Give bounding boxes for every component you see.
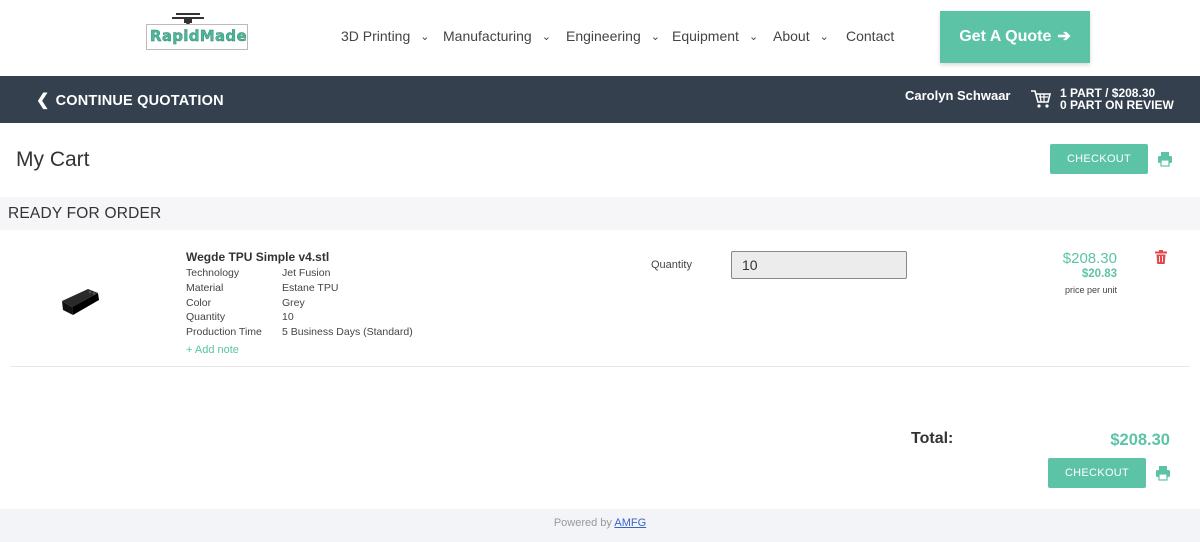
spec-row: Color Grey [186, 297, 413, 312]
get-a-quote-button[interactable]: Get A Quote ➔ [940, 11, 1090, 63]
unit-price-caption: price per unit [1064, 285, 1117, 295]
page-title: My Cart [16, 148, 90, 171]
nav-label: Equipment [672, 28, 739, 44]
spec-key: Material [186, 281, 224, 294]
powered-prefix: Powered by [553, 517, 612, 529]
footer: Powered by AMFG [0, 509, 1200, 542]
spec-key: Production Time [186, 326, 262, 339]
nav-label: Contact [846, 28, 895, 44]
continue-label: CONTINUE QUOTATION [55, 93, 224, 109]
quote-button-label: Get A Quote [959, 28, 1052, 45]
arrow-right-icon: ➔ [1057, 28, 1071, 45]
spec-key: Color [186, 296, 212, 309]
trash-icon[interactable] [1155, 250, 1167, 264]
nav-label: About [773, 28, 810, 44]
nav-label: Engineering [566, 28, 641, 44]
quantity-label: Quantity [651, 259, 692, 271]
total-value: $208.30 [1110, 431, 1170, 449]
spec-value: Estane TPU [282, 281, 339, 294]
nav-label: 3D Printing [341, 28, 411, 44]
chevron-down-icon: ⌄ [819, 31, 829, 43]
nav-label: Manufacturing [443, 28, 532, 44]
spec-key: Technology [186, 267, 240, 279]
ready-for-order-header: READY FOR ORDER [0, 197, 1200, 230]
cart-item: Wegde TPU Simple v4.stl Technology Jet Fu… [10, 233, 1190, 367]
shopping-cart-icon[interactable] [1030, 89, 1052, 109]
spec-value: Grey [282, 296, 305, 309]
section-label: READY FOR ORDER [8, 205, 162, 222]
add-note-link[interactable]: + Add note [186, 344, 239, 356]
spec-key: Quantity [186, 311, 226, 324]
chevron-down-icon: ⌄ [541, 31, 551, 43]
print-icon[interactable] [1157, 151, 1173, 167]
spec-value: 10 [282, 311, 294, 324]
spec-value: 5 Business Days (Standard) [282, 326, 413, 339]
quotation-bar: ❮ CONTINUE QUOTATION Carolyn Schwaar 1 PA… [0, 76, 1200, 123]
nav-3d-printing[interactable]: 3D Printing ⌄ [341, 28, 429, 44]
nav-about[interactable]: About ⌄ [773, 28, 829, 44]
spec-row: Quantity 10 [186, 311, 413, 326]
part-thumbnail[interactable] [60, 283, 102, 317]
print-icon[interactable] [1155, 465, 1171, 481]
powered-by: Powered by AMFG [0, 517, 1200, 529]
chevron-down-icon: ⌄ [748, 31, 759, 43]
part-file-name: Wegde TPU Simple v4.stl [186, 250, 330, 264]
cart-review-line: 0 PART ON REVIEW [1060, 98, 1174, 112]
total-label: Total: [911, 430, 954, 447]
spec-row: Material Estane TPU [186, 282, 413, 297]
nav-contact[interactable]: Contact [846, 28, 894, 44]
rapidmade-logo[interactable]: RapidMade [146, 12, 248, 52]
checkout-button-top[interactable]: CHECKOUT [1050, 144, 1148, 174]
chevron-down-icon: ⌄ [420, 31, 430, 43]
spec-row: Technology Jet Fusion [186, 267, 413, 282]
user-name[interactable]: Carolyn Schwaar [905, 88, 1011, 103]
part-specs: Technology Jet Fusion Material Estane TPU … [186, 267, 413, 341]
cart-summary[interactable]: 1 PART / $208.30 0 PART ON REVIEW [1060, 87, 1174, 111]
nav-equipment[interactable]: Equipment ⌄ [672, 28, 758, 44]
item-total-price: $208.30 [1062, 250, 1117, 267]
chevron-left-icon: ❮ [36, 92, 50, 109]
quantity-input[interactable] [731, 251, 907, 279]
amfg-link[interactable]: AMFG [614, 517, 646, 529]
chevron-down-icon: ⌄ [650, 31, 660, 43]
continue-quotation-link[interactable]: ❮ CONTINUE QUOTATION [36, 90, 224, 110]
spec-value: Jet Fusion [282, 267, 331, 279]
checkout-button-bottom[interactable]: CHECKOUT [1048, 458, 1146, 488]
top-navigation: RapidMade 3D Printing ⌄ Manufacturing ⌄ En… [0, 0, 1200, 76]
unit-price: $20.83 [1081, 268, 1117, 280]
nav-engineering[interactable]: Engineering ⌄ [566, 28, 660, 44]
spec-row: Production Time 5 Business Days (Standard… [186, 326, 413, 341]
nav-manufacturing[interactable]: Manufacturing ⌄ [443, 28, 551, 44]
logo-text: RapidMade [150, 27, 247, 45]
